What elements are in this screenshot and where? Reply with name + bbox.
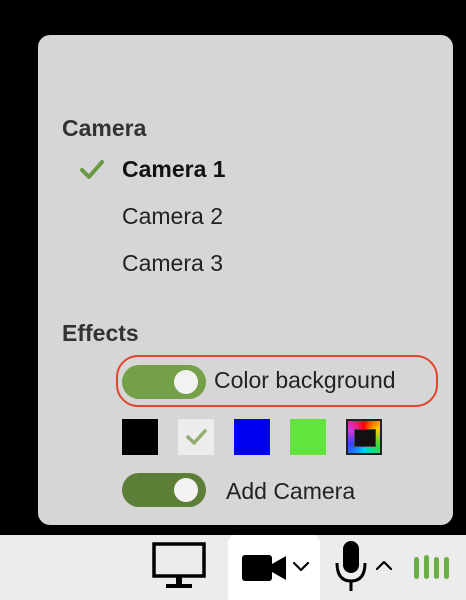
swatch-custom-color-picker[interactable] [346,419,382,455]
audio-level-icon [414,555,449,579]
chevron-up-icon[interactable] [375,559,393,571]
microphone-icon[interactable] [334,539,368,595]
color-background-label[interactable]: Color background [214,367,396,394]
swatch-white[interactable] [178,419,214,455]
effects-section-title: Effects [62,320,139,346]
swatch-green[interactable] [290,419,326,455]
camera-option-3[interactable]: Camera 3 [122,250,223,277]
color-picker-screen-icon [354,429,376,447]
color-background-toggle[interactable] [122,365,206,399]
camera-button[interactable] [228,535,320,600]
swatch-black[interactable] [122,419,158,455]
checkmark-icon [186,429,207,445]
add-camera-label[interactable]: Add Camera [226,478,355,505]
toggle-knob [174,478,198,502]
screen: Camera Camera 1 Camera 2 Camera 3 Effect… [0,0,466,600]
camera-menu-panel: Camera Camera 1 Camera 2 Camera 3 Effect… [38,35,453,525]
swatch-blue[interactable] [234,419,270,455]
camera-section-title: Camera [62,115,147,141]
checkmark-icon [80,160,104,179]
camera-option-2[interactable]: Camera 2 [122,203,223,230]
bottom-toolbar [0,535,466,600]
chevron-down-icon[interactable] [292,561,310,573]
monitor-icon[interactable] [152,542,206,590]
video-camera-icon [242,555,286,581]
camera-option-1[interactable]: Camera 1 [122,156,226,183]
toggle-knob [174,370,198,394]
add-camera-toggle[interactable] [122,473,206,507]
